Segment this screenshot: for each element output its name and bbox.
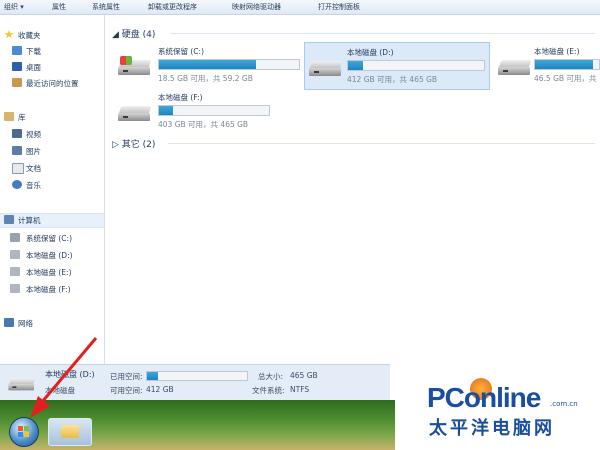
annotation-arrow bbox=[30, 337, 98, 418]
annotation-arrow-line bbox=[40, 337, 98, 403]
annotation-arrow-head bbox=[30, 396, 50, 418]
